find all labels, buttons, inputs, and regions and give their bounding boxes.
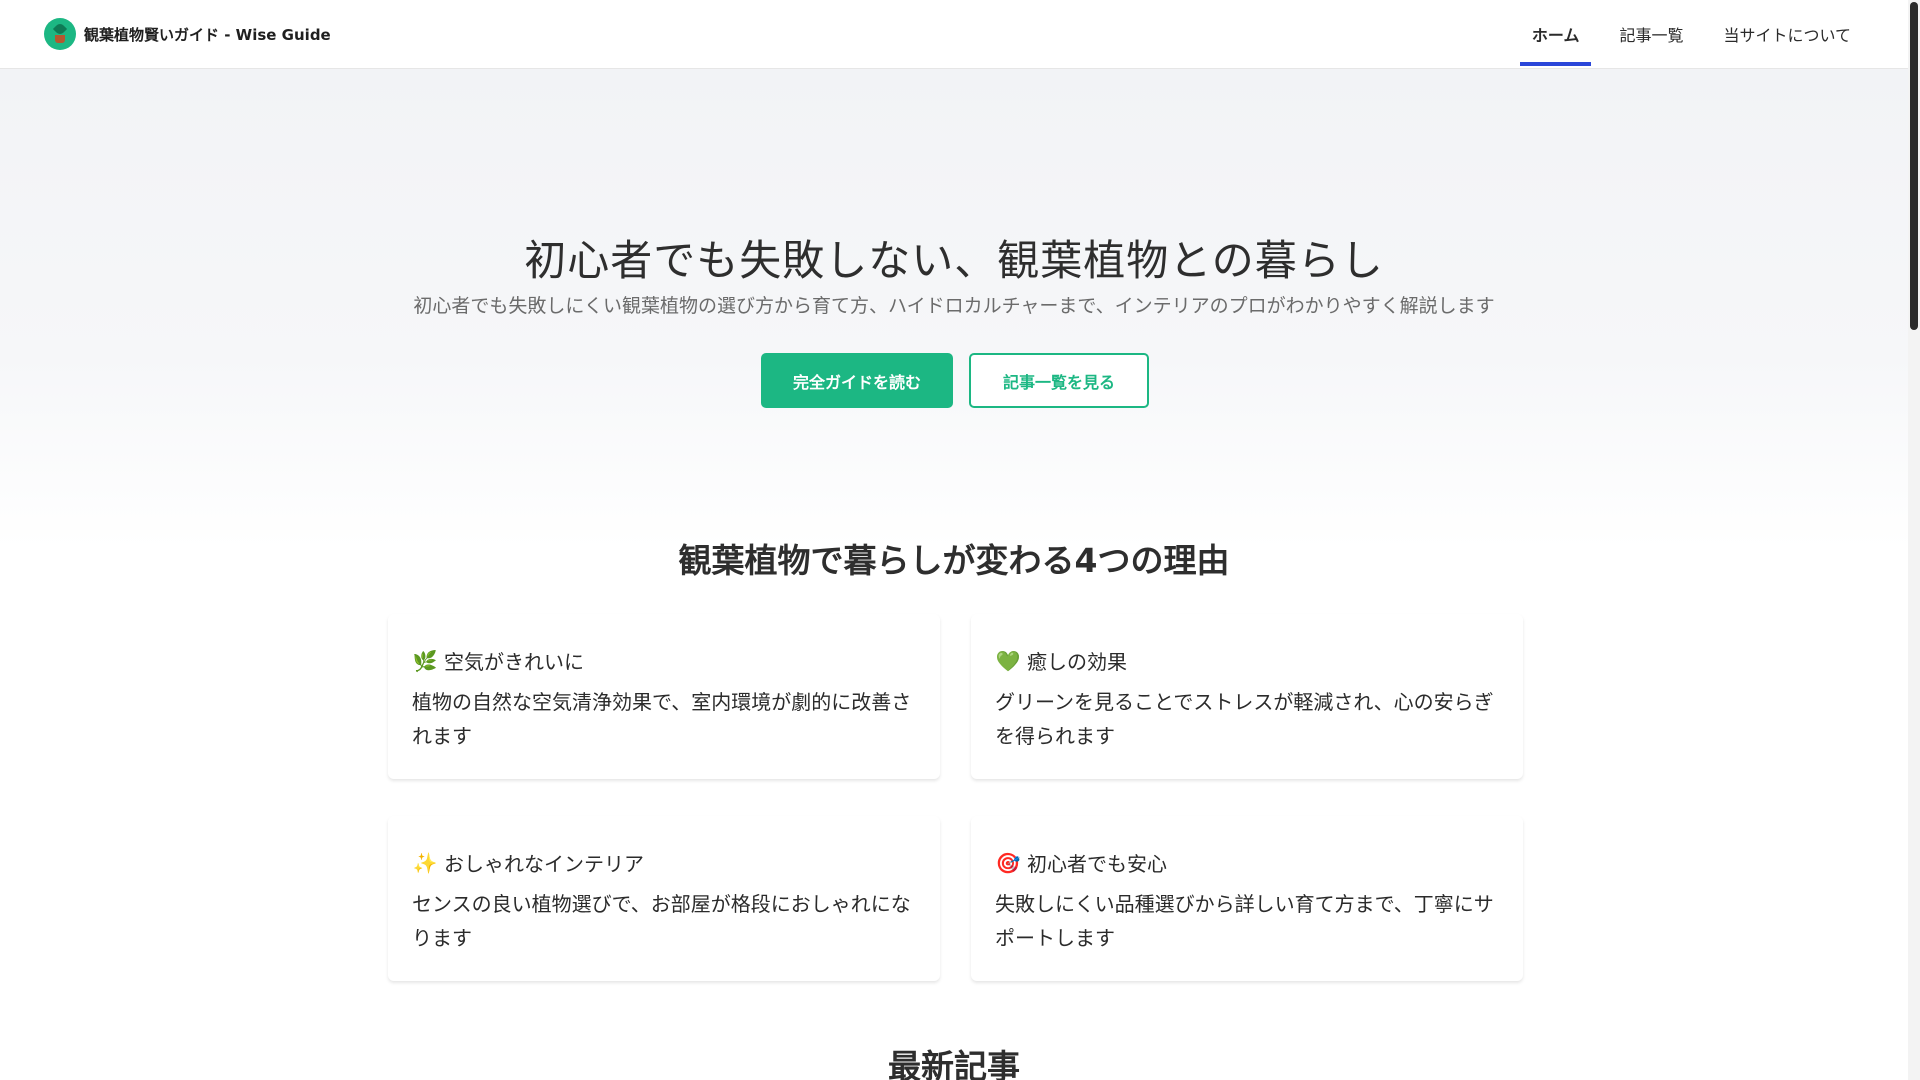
main-nav: ホーム 記事一覧 当サイトについて	[1504, 0, 1863, 68]
read-guide-button[interactable]: 完全ガイドを読む	[761, 353, 953, 408]
reason-card-body: グリーンを見ることでストレスが軽減され、心の安らぎを得られます	[995, 690, 1494, 748]
hero-subtitle: 初心者でも失敗しにくい観葉植物の選び方から育て方、ハイドロカルチャーまで、インテ…	[413, 295, 1495, 317]
nav-about[interactable]: 当サイトについて	[1711, 0, 1863, 68]
reason-card-title: おしゃれなインテリア	[444, 852, 644, 876]
sparkles-icon: ✨	[412, 850, 438, 875]
hero-section: 初心者でも失敗しない、観葉植物との暮らし 初心者でも失敗しにくい観葉植物の選び方…	[0, 69, 1908, 549]
reason-card: 💚 癒しの効果 グリーンを見ることでストレスが軽減され、心の安らぎを得られます	[971, 614, 1523, 779]
brand-link[interactable]: 観葉植物賢いガイド - Wise Guide	[44, 18, 331, 50]
reason-card-title: 癒しの効果	[1027, 650, 1127, 674]
reason-card-body: 失敗しにくい品種選びから詳しい育て方まで、丁寧にサポートします	[995, 892, 1494, 950]
target-icon: 🎯	[995, 850, 1021, 875]
nav-home[interactable]: ホーム	[1519, 0, 1592, 68]
reason-card-title: 空気がきれいに	[444, 650, 584, 674]
reason-card-body: センスの良い植物選びで、お部屋が格段におしゃれになります	[412, 892, 911, 950]
reasons-title: 観葉植物で暮らしが変わる4つの理由	[678, 541, 1230, 580]
reason-card: 🎯 初心者でも安心 失敗しにくい品種選びから詳しい育て方まで、丁寧にサポートしま…	[971, 816, 1523, 981]
nav-articles[interactable]: 記事一覧	[1607, 0, 1695, 68]
reason-card-body: 植物の自然な空気清浄効果で、室内環境が劇的に改善されます	[412, 690, 912, 748]
scrollbar-thumb[interactable]	[1910, 2, 1918, 330]
plant-logo-icon	[44, 18, 76, 50]
hero-title: 初心者でも失敗しない、観葉植物との暮らし	[524, 236, 1384, 285]
latest-articles-title: 最新記事	[888, 1047, 1020, 1080]
green-heart-icon: 💚	[995, 648, 1021, 673]
herb-icon: 🌿	[412, 648, 438, 673]
reason-card: ✨ おしゃれなインテリア センスの良い植物選びで、お部屋が格段におしゃれになりま…	[388, 816, 940, 981]
view-articles-button[interactable]: 記事一覧を見る	[969, 353, 1149, 408]
site-header: 観葉植物賢いガイド - Wise Guide ホーム 記事一覧 当サイトについて	[0, 0, 1908, 69]
reason-card: 🌿 空気がきれいに 植物の自然な空気清浄効果で、室内環境が劇的に改善されます	[388, 614, 940, 779]
page-scrollbar[interactable]	[1908, 0, 1920, 1080]
brand-title: 観葉植物賢いガイド - Wise Guide	[84, 25, 331, 44]
reason-card-title: 初心者でも安心	[1027, 852, 1167, 876]
